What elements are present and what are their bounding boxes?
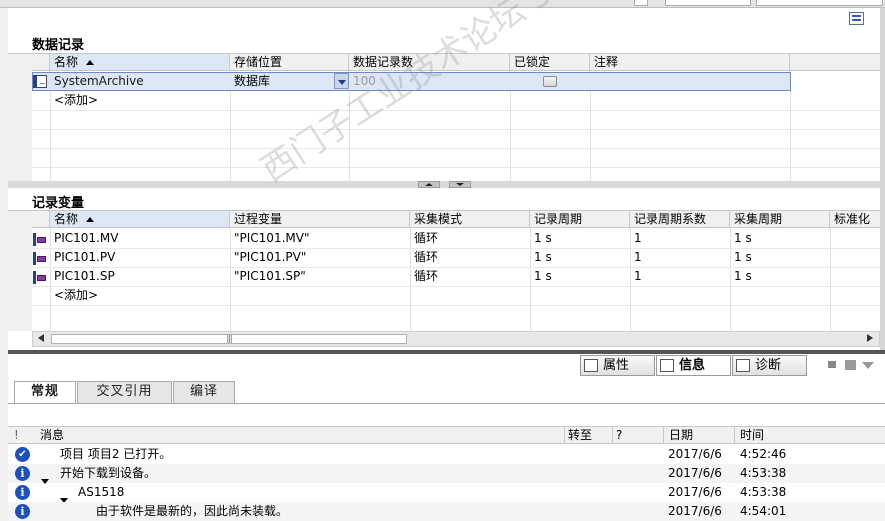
- archive-location[interactable]: 数据库: [230, 72, 334, 91]
- message-row[interactable]: i 开始下载到设备。 2017/6/6 4:53:38: [8, 464, 885, 484]
- tag-process-tag[interactable]: "PIC101.MV": [230, 229, 410, 248]
- col-header-date[interactable]: 日期: [663, 427, 693, 444]
- col-header-comment[interactable]: 注释: [590, 54, 790, 71]
- add-archive-row[interactable]: <添加>: [50, 91, 230, 110]
- message-row[interactable]: ✔ 项目 项目2 已打开。 2017/6/6 4:52:46: [8, 445, 885, 464]
- row-gutter: [8, 211, 32, 331]
- tag-acq-cycle[interactable]: 1 s: [730, 248, 830, 267]
- col-header-log-cycle[interactable]: 记录周期: [530, 211, 630, 228]
- tag-factor[interactable]: 1: [630, 229, 730, 248]
- info-icon: i: [15, 466, 30, 481]
- row-gutter: [8, 54, 32, 182]
- right-scroll-edge[interactable]: [880, 8, 885, 350]
- tag-icon: [33, 233, 47, 246]
- minimize-window-icon[interactable]: [845, 360, 856, 370]
- scroll-thumb[interactable]: |||: [51, 334, 407, 344]
- archive-count[interactable]: 100: [349, 72, 510, 91]
- tag-log-cycle[interactable]: 1 s: [530, 229, 630, 248]
- sort-asc-icon: [86, 60, 95, 65]
- tags-title: 记录变量: [32, 196, 85, 211]
- col-header-factor[interactable]: 记录周期系数: [630, 211, 730, 228]
- tag-factor[interactable]: 1: [630, 267, 730, 286]
- top-tab[interactable]: [634, 0, 648, 6]
- add-tag-row[interactable]: <添加>: [50, 286, 230, 305]
- tag-icon: [33, 252, 47, 265]
- info-icon: i: [15, 504, 30, 519]
- info-icon: [660, 359, 674, 372]
- sort-asc-icon: [86, 217, 95, 222]
- col-header-empty: [790, 54, 880, 71]
- tag-mode[interactable]: 循环: [410, 229, 530, 248]
- tab-diagnostics[interactable]: 诊断: [732, 355, 807, 376]
- tag-factor[interactable]: 1: [630, 248, 730, 267]
- col-header-name[interactable]: 名称: [50, 54, 230, 71]
- scroll-left-icon[interactable]: [38, 334, 44, 342]
- col-header-location[interactable]: 存储位置: [230, 54, 349, 71]
- header-icon-col: [32, 54, 50, 71]
- archives-title: 数据记录: [32, 38, 85, 53]
- scroll-right-icon[interactable]: [867, 334, 873, 342]
- float-window-icon[interactable]: [827, 360, 837, 369]
- locked-checkbox[interactable]: [543, 76, 557, 87]
- col-header-flag: !: [14, 428, 19, 442]
- tag-mode[interactable]: 循环: [410, 248, 530, 267]
- col-header-count[interactable]: 数据记录数: [349, 54, 510, 71]
- tag-name[interactable]: PIC101.MV: [50, 229, 230, 248]
- col-header-normalize[interactable]: 标准化: [830, 211, 880, 228]
- tag-log-cycle[interactable]: 1 s: [530, 248, 630, 267]
- message-row[interactable]: i 由于软件是最新的，因此尚未装载。 2017/6/6 4:54:01: [8, 502, 885, 521]
- col-header-goto[interactable]: 转至: [564, 427, 592, 444]
- tag-acq-cycle[interactable]: 1 s: [730, 229, 830, 248]
- tab-info[interactable]: 信息: [656, 355, 731, 376]
- subtab-cross-reference[interactable]: 交叉引用: [77, 381, 172, 403]
- archive-comment[interactable]: [590, 72, 790, 91]
- col-header-process-tag[interactable]: 过程变量: [230, 211, 410, 228]
- archive-icon: ~: [33, 75, 47, 88]
- tag-name[interactable]: PIC101.SP: [50, 267, 230, 286]
- export-icon[interactable]: [849, 12, 864, 25]
- top-tab[interactable]: [756, 0, 883, 6]
- top-tab-strip: [0, 0, 885, 8]
- col-header-mode[interactable]: 采集模式: [410, 211, 530, 228]
- col-header-name[interactable]: 名称: [50, 211, 230, 228]
- tag-acq-cycle[interactable]: 1 s: [730, 267, 830, 286]
- properties-icon: [584, 359, 598, 372]
- collapse-down-icon[interactable]: [449, 181, 471, 188]
- horizontal-scrollbar[interactable]: |||: [32, 331, 880, 347]
- tag-icon: [33, 271, 47, 284]
- info-icon: i: [15, 485, 30, 500]
- tag-mode[interactable]: 循环: [410, 267, 530, 286]
- tag-log-cycle[interactable]: 1 s: [530, 267, 630, 286]
- collapse-up-icon[interactable]: [418, 181, 440, 188]
- col-header-locked[interactable]: 已锁定: [510, 54, 590, 71]
- col-header-time[interactable]: 时间: [734, 427, 764, 444]
- check-icon: ✔: [15, 447, 30, 462]
- tag-process-tag[interactable]: "PIC101.SP": [230, 267, 410, 286]
- tag-name[interactable]: PIC101.PV: [50, 248, 230, 267]
- tag-process-tag[interactable]: "PIC101.PV": [230, 248, 410, 267]
- col-header-message[interactable]: 消息: [40, 427, 64, 444]
- pane-splitter[interactable]: [8, 181, 880, 188]
- diagnostics-icon: [736, 359, 750, 372]
- message-row[interactable]: i AS1518 2017/6/6 4:53:38: [8, 483, 885, 503]
- tags-table: 名称 过程变量 采集模式 记录周期 记录周期系数 采集周期 标准化 PIC101…: [8, 210, 880, 331]
- subtab-general[interactable]: 常规: [14, 381, 76, 404]
- header-icon-col: [32, 211, 50, 228]
- location-dropdown-button[interactable]: [334, 73, 349, 89]
- archive-name[interactable]: SystemArchive: [50, 72, 230, 91]
- chevron-down-icon[interactable]: [862, 362, 874, 369]
- top-tab-active[interactable]: [665, 0, 751, 6]
- subtab-compile[interactable]: 编译: [173, 381, 235, 403]
- col-header-acq-cycle[interactable]: 采集周期: [730, 211, 830, 228]
- archives-table: 名称 存储位置 数据记录数 已锁定 注释 ~ SystemArchive 数据库…: [8, 53, 880, 182]
- messages-header: ! 消息 转至 ? 日期 时间: [8, 426, 885, 444]
- tab-properties[interactable]: 属性: [580, 355, 655, 376]
- col-header-help[interactable]: ?: [612, 427, 622, 444]
